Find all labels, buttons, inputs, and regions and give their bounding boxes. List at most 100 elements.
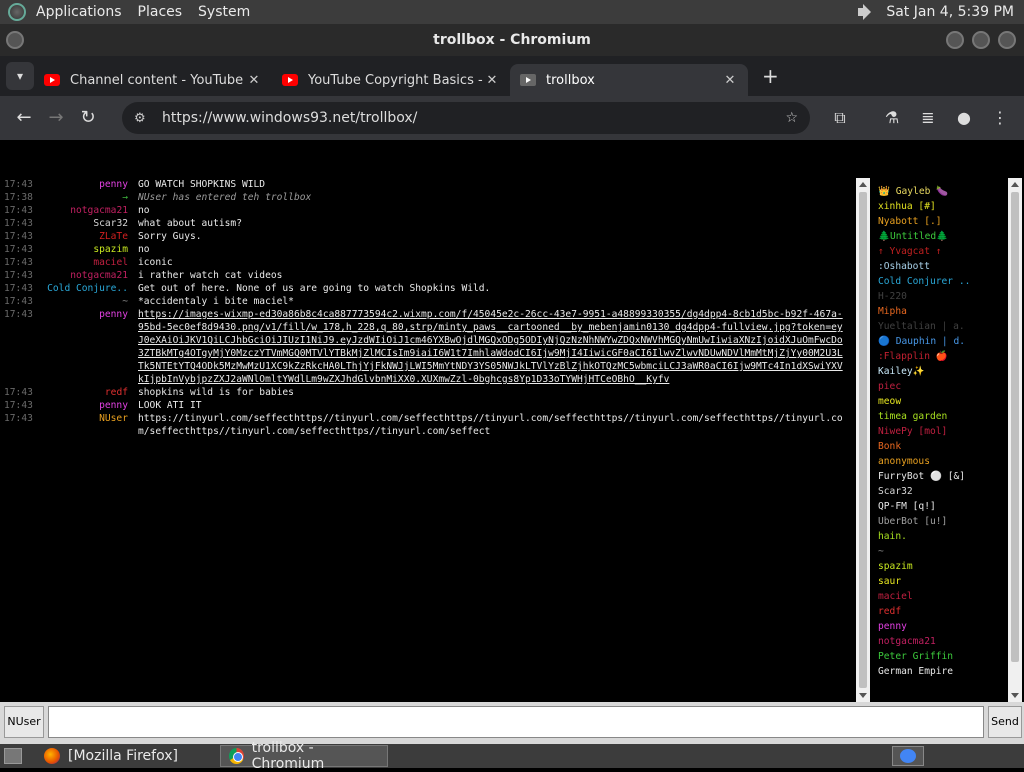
message-link[interactable]: https://images-wixmp-ed30a86b8c4ca887773… bbox=[138, 309, 843, 385]
bookmark-star-icon[interactable]: ☆ bbox=[785, 110, 798, 126]
show-desktop-icon[interactable] bbox=[4, 748, 22, 764]
user-list-item[interactable]: notgacma21 bbox=[878, 634, 1008, 649]
user-list-item[interactable]: German Empire bbox=[878, 664, 1008, 679]
user-list-item[interactable]: Peter Griffin bbox=[878, 649, 1008, 664]
scroll-up-icon[interactable] bbox=[859, 182, 867, 187]
user-list-item[interactable]: Cold Conjurer .. bbox=[878, 274, 1008, 289]
scroll-thumb[interactable] bbox=[1011, 192, 1019, 662]
taskbar-item-chromium[interactable]: trollbox - Chromium bbox=[219, 740, 388, 772]
user-list-item[interactable]: Nyabott [.] bbox=[878, 214, 1008, 229]
message-nick[interactable]: notgacma21 bbox=[44, 204, 128, 217]
user-list-item[interactable]: penny bbox=[878, 619, 1008, 634]
close-window-icon[interactable] bbox=[998, 31, 1016, 49]
message-nick[interactable]: penny bbox=[44, 399, 128, 412]
user-list-item[interactable]: 🌲Untitled🌲 bbox=[878, 229, 1008, 244]
nickname-button[interactable]: NUser bbox=[4, 706, 44, 738]
scroll-down-icon[interactable] bbox=[859, 693, 867, 698]
tab-copyright-basics[interactable]: YouTube Copyright Basics - Y ✕ bbox=[272, 64, 510, 96]
user-list-item[interactable]: FurryBot ⚪ [&] bbox=[878, 469, 1008, 484]
minimize-icon[interactable] bbox=[946, 31, 964, 49]
tab-channel-content[interactable]: Channel content - YouTube S ✕ bbox=[34, 64, 272, 96]
user-list-item[interactable]: redf bbox=[878, 604, 1008, 619]
close-tab-icon[interactable]: ✕ bbox=[484, 73, 500, 88]
user-list-item[interactable]: ↑ Yvagcat ↑ bbox=[878, 244, 1008, 259]
menu-kebab-icon[interactable]: ⋮ bbox=[984, 102, 1016, 134]
tab-trollbox[interactable]: trollbox ✕ bbox=[510, 64, 748, 96]
forward-icon[interactable]: → bbox=[40, 102, 72, 134]
send-button[interactable]: Send bbox=[988, 706, 1022, 738]
message-time: 17:43 bbox=[4, 257, 33, 268]
address-bar[interactable]: ⚙ https://www.windows93.net/trollbox/ ☆ bbox=[122, 102, 810, 134]
message-text: i rather watch cat videos bbox=[138, 270, 283, 281]
user-list-item[interactable]: Kailey✨ bbox=[878, 364, 1008, 379]
back-icon[interactable]: ← bbox=[8, 102, 40, 134]
user-list-item[interactable]: Mipha bbox=[878, 304, 1008, 319]
user-list-item[interactable]: :Flapplin 🍎 bbox=[878, 349, 1008, 364]
window-menu-icon[interactable] bbox=[6, 31, 24, 49]
user-list-item[interactable]: meow bbox=[878, 394, 1008, 409]
message-nick[interactable]: penny bbox=[44, 308, 128, 386]
new-tab-icon[interactable]: + bbox=[762, 64, 779, 88]
extensions-icon[interactable]: ⧉ bbox=[824, 102, 856, 134]
user-list-item[interactable]: ~ bbox=[878, 544, 1008, 559]
labs-flask-icon[interactable]: ⚗ bbox=[876, 102, 908, 134]
user-list-item[interactable]: Scar32 bbox=[878, 484, 1008, 499]
message-nick[interactable]: Cold Conjure.. bbox=[44, 282, 128, 295]
user-list-item[interactable]: timea garden bbox=[878, 409, 1008, 424]
menu-places[interactable]: Places bbox=[138, 4, 183, 20]
user-list-item[interactable]: saur bbox=[878, 574, 1008, 589]
user-list-item[interactable]: spazim bbox=[878, 559, 1008, 574]
user-list-item[interactable]: Yueltalian | a. bbox=[878, 319, 1008, 334]
menu-system[interactable]: System bbox=[198, 4, 250, 20]
user-list-item[interactable]: 👑 Gayleb 🍆 bbox=[878, 184, 1008, 199]
taskbar-item-firefox[interactable]: [Mozilla Firefox] bbox=[36, 745, 186, 767]
tab-title: Channel content - YouTube S bbox=[70, 72, 246, 88]
menu-applications[interactable]: Applications bbox=[36, 4, 122, 20]
message-input[interactable] bbox=[48, 706, 984, 738]
message-nick[interactable]: ZLaTe bbox=[44, 230, 128, 243]
workspace-switcher[interactable] bbox=[892, 746, 924, 766]
user-list-item[interactable]: UberBot [u!] bbox=[878, 514, 1008, 529]
user-list-item[interactable]: :Oshabott bbox=[878, 259, 1008, 274]
message-nick[interactable]: notgacma21 bbox=[44, 269, 128, 282]
chat-scrollbar[interactable] bbox=[856, 178, 870, 702]
distro-logo-icon[interactable] bbox=[8, 3, 26, 21]
user-list-scrollbar[interactable] bbox=[1008, 178, 1022, 702]
window-titlebar[interactable]: trollbox - Chromium bbox=[0, 24, 1024, 56]
chat-message: 17:43 notgacma21 i rather watch cat videos bbox=[2, 269, 854, 282]
user-list-item[interactable]: QP-FM [q!] bbox=[878, 499, 1008, 514]
message-time: 17:43 bbox=[4, 283, 33, 294]
message-nick[interactable]: Scar32 bbox=[44, 217, 128, 230]
site-info-icon[interactable]: ⚙ bbox=[134, 111, 150, 126]
scroll-down-icon[interactable] bbox=[1011, 693, 1019, 698]
profile-icon[interactable]: ● bbox=[948, 102, 980, 134]
message-nick[interactable]: → bbox=[44, 191, 128, 204]
scroll-thumb[interactable] bbox=[859, 192, 867, 688]
user-list-item[interactable]: piec bbox=[878, 379, 1008, 394]
user-list-item[interactable]: H-220 bbox=[878, 289, 1008, 304]
user-list-item[interactable]: NiwePy [mol] bbox=[878, 424, 1008, 439]
tab-search-button[interactable]: ▾ bbox=[6, 62, 34, 90]
message-nick[interactable]: ~ bbox=[44, 295, 128, 308]
user-list-item[interactable]: maciel bbox=[878, 589, 1008, 604]
close-tab-icon[interactable]: ✕ bbox=[246, 73, 262, 88]
browser-toolbar: ← → ↻ ⚙ https://www.windows93.net/trollb… bbox=[0, 96, 1024, 140]
message-nick[interactable]: spazim bbox=[44, 243, 128, 256]
user-list-item[interactable]: xinhua [#] bbox=[878, 199, 1008, 214]
media-controls-icon[interactable]: ≣ bbox=[912, 102, 944, 134]
user-list-item[interactable]: 🔵 Dauphin | d. bbox=[878, 334, 1008, 349]
maximize-icon[interactable] bbox=[972, 31, 990, 49]
clock[interactable]: Sat Jan 4, 5:39 PM bbox=[886, 4, 1014, 20]
user-list-item[interactable]: anonymous bbox=[878, 454, 1008, 469]
user-list-item[interactable]: Bonk bbox=[878, 439, 1008, 454]
message-nick[interactable]: maciel bbox=[44, 256, 128, 269]
chat-input-bar: NUser Send bbox=[0, 702, 1024, 744]
message-nick[interactable]: penny bbox=[44, 178, 128, 191]
close-tab-icon[interactable]: ✕ bbox=[722, 73, 738, 88]
volume-icon[interactable] bbox=[858, 4, 876, 20]
scroll-up-icon[interactable] bbox=[1011, 182, 1019, 187]
user-list-item[interactable]: hain. bbox=[878, 529, 1008, 544]
message-nick[interactable]: redf bbox=[44, 386, 128, 399]
message-nick[interactable]: NUser bbox=[44, 412, 128, 438]
reload-icon[interactable]: ↻ bbox=[72, 102, 104, 134]
